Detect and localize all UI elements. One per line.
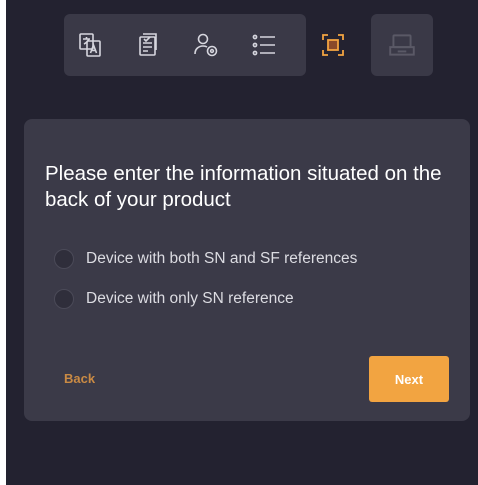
option-sn-only-label: Device with only SN reference bbox=[86, 290, 294, 307]
step-scan-active[interactable] bbox=[317, 29, 349, 61]
step-user-settings[interactable] bbox=[190, 29, 222, 61]
option-sn-only[interactable]: Device with only SN reference bbox=[54, 289, 294, 309]
product-info-dialog: Please enter the information situated on… bbox=[24, 119, 470, 421]
document-edit-icon bbox=[139, 33, 157, 56]
step-package-disabled bbox=[371, 14, 433, 76]
app-screen: Please enter the information situated on… bbox=[6, 0, 478, 485]
option-sn-sf-label: Device with both SN and SF references bbox=[86, 250, 358, 267]
radio-sn-only[interactable] bbox=[54, 289, 74, 309]
list-icon bbox=[252, 34, 275, 56]
step-document-translate[interactable] bbox=[74, 29, 106, 61]
step-list[interactable] bbox=[248, 29, 280, 61]
user-settings-icon bbox=[194, 33, 218, 57]
next-button[interactable]: Next bbox=[369, 356, 449, 402]
radio-sn-sf[interactable] bbox=[54, 249, 74, 269]
document-translate-icon bbox=[79, 33, 101, 57]
option-sn-sf[interactable]: Device with both SN and SF references bbox=[54, 249, 357, 269]
progress-stepper bbox=[64, 14, 306, 76]
step-document-edit[interactable] bbox=[132, 29, 164, 61]
dialog-title: Please enter the information situated on… bbox=[45, 162, 442, 211]
back-button[interactable]: Back bbox=[64, 371, 95, 386]
package-icon bbox=[389, 34, 415, 56]
scan-frame-icon bbox=[322, 34, 344, 56]
